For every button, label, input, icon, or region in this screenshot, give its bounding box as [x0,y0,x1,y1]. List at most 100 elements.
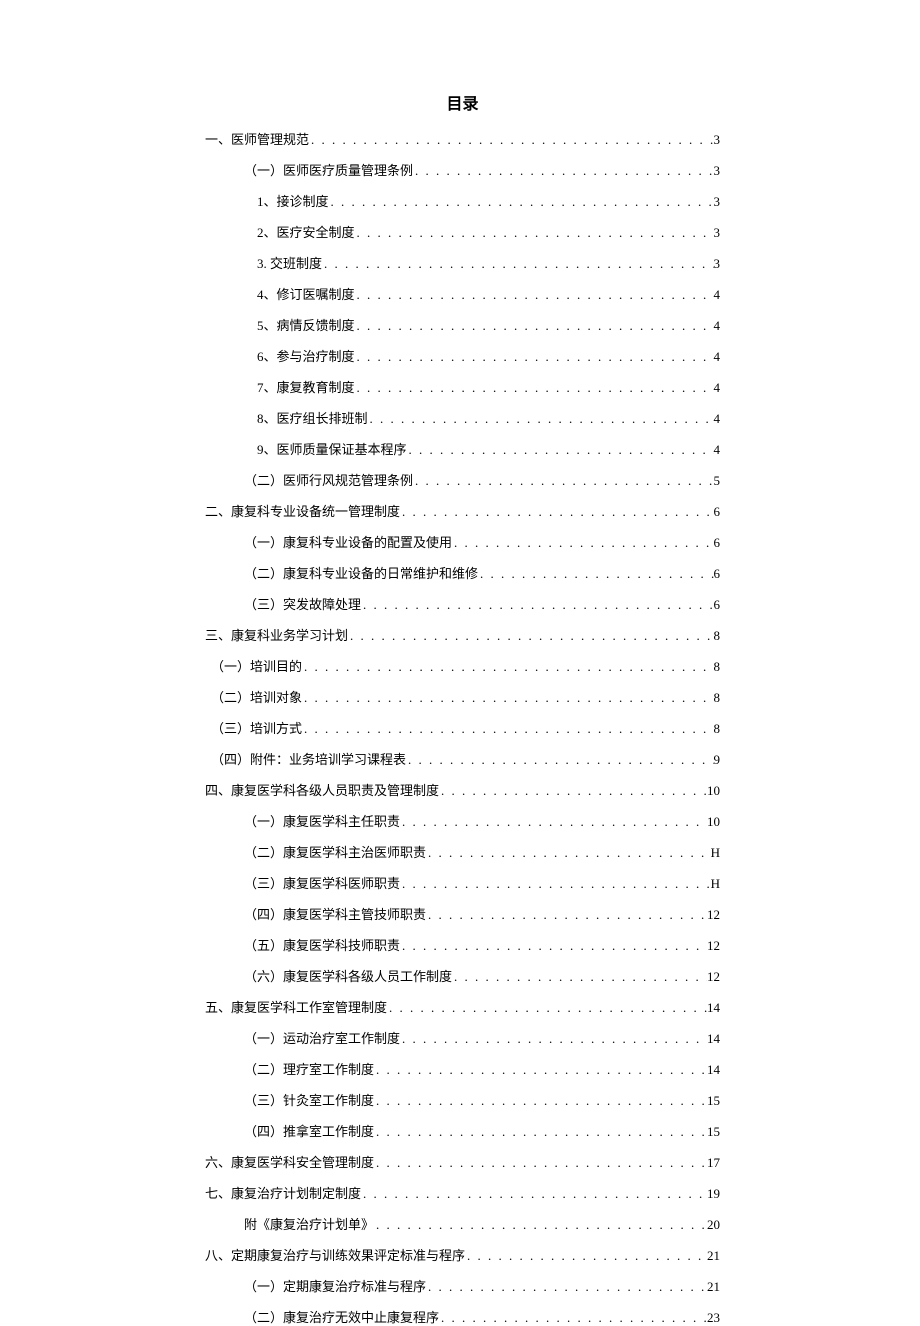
toc-entry: （一）康复科专业设备的配置及使用. . . . . . . . . . . . … [205,532,720,551]
toc-leader-dots: . . . . . . . . . . . . . . . . . . . . … [426,1279,707,1295]
toc-entry-page: 6 [714,566,721,582]
toc-entry-page: 12 [707,969,720,985]
toc-entry-page: 3 [714,132,721,148]
toc-leader-dots: . . . . . . . . . . . . . . . . . . . . … [413,163,713,179]
toc-entry-text: （一）康复科专业设备的配置及使用 [244,532,452,551]
toc-entry: 七、康复治疗计划制定制度 . . . . . . . . . . . . . .… [205,1183,720,1202]
toc-entry-text: 一、医师管理规范 [205,129,309,148]
toc-entry: （四）康复医学科主管技师职责. . . . . . . . . . . . . … [205,904,720,923]
toc-entry: 7、康复教育制度. . . . . . . . . . . . . . . . … [205,377,720,396]
toc-entry-page: 6 [714,535,721,551]
toc-entry-text: 八、定期康复治疗与训练效果评定标准与程序 [205,1245,465,1264]
toc-entry-page: 14 [707,1031,720,1047]
toc-entry-page: 12 [707,907,720,923]
toc-entry-page: 4 [714,380,721,396]
toc-entry-text: （二）理疗室工作制度 [244,1059,374,1078]
toc-leader-dots: . . . . . . . . . . . . . . . . . . . . … [400,504,713,520]
toc-entry: （一）医师医疗质量管理条例. . . . . . . . . . . . . .… [205,160,720,179]
toc-entry-page: 4 [714,287,721,303]
toc-entry-text: 2、医疗安全制度 [257,222,355,241]
toc-leader-dots: . . . . . . . . . . . . . . . . . . . . … [400,938,707,954]
toc-entry-text: 五、康复医学科工作室管理制度 [205,997,387,1016]
toc-leader-dots: . . . . . . . . . . . . . . . . . . . . … [355,225,714,241]
toc-entry: （二）医师行风规范管理条例. . . . . . . . . . . . . .… [205,470,720,489]
toc-leader-dots: . . . . . . . . . . . . . . . . . . . . … [406,752,713,768]
toc-leader-dots: . . . . . . . . . . . . . . . . . . . . … [452,969,707,985]
toc-entry-page: 15 [707,1093,720,1109]
toc-entry-text: 三、康复科业务学习计划 [205,625,348,644]
toc-entry-page: 12 [707,938,720,954]
toc-leader-dots: . . . . . . . . . . . . . . . . . . . . … [426,907,707,923]
toc-entry-page: 17 [707,1155,720,1171]
toc-entry: （二）康复医学科主治医师职责. . . . . . . . . . . . . … [205,842,720,861]
toc-entry-page: 9 [714,752,721,768]
toc-leader-dots: . . . . . . . . . . . . . . . . . . . . … [322,256,713,272]
toc-entry-text: （三）突发故障处理 [244,594,361,613]
toc-entry-page: 23 [707,1310,720,1326]
toc-entry: （二）培训对象 . . . . . . . . . . . . . . . . … [205,687,720,706]
toc-entry-page: 10 [707,783,720,799]
toc-leader-dots: . . . . . . . . . . . . . . . . . . . . … [361,597,713,613]
toc-entry: 5、病情反馈制度. . . . . . . . . . . . . . . . … [205,315,720,334]
toc-entry-page: 3 [714,225,721,241]
toc-entry-text: （二）培训对象 [211,687,302,706]
toc-entry: 六、康复医学科安全管理制度 . . . . . . . . . . . . . … [205,1152,720,1171]
toc-entry: 4、修订医嘱制度. . . . . . . . . . . . . . . . … [205,284,720,303]
toc-entry-text: 5、病情反馈制度 [257,315,355,334]
toc-leader-dots: . . . . . . . . . . . . . . . . . . . . … [329,194,714,210]
toc-entry-text: （二）康复医学科主治医师职责 [244,842,426,861]
toc-leader-dots: . . . . . . . . . . . . . . . . . . . . … [400,876,711,892]
toc-entry-text: （一）康复医学科主任职责 [244,811,400,830]
toc-entry-page: 4 [714,349,721,365]
toc-leader-dots: . . . . . . . . . . . . . . . . . . . . … [355,318,714,334]
toc-entry-page: 10 [707,814,720,830]
toc-entry: （三）针灸室工作制度. . . . . . . . . . . . . . . … [205,1090,720,1109]
toc-leader-dots: . . . . . . . . . . . . . . . . . . . . … [407,442,714,458]
toc-entry: （一）康复医学科主任职责. . . . . . . . . . . . . . … [205,811,720,830]
toc-entry: （四）附件：业务培训学习课程表 . . . . . . . . . . . . … [205,749,720,768]
toc-entry: 二、康复科专业设备统一管理制度. . . . . . . . . . . . .… [205,501,720,520]
toc-entry-text: 六、康复医学科安全管理制度 [205,1152,374,1171]
toc-leader-dots: . . . . . . . . . . . . . . . . . . . . … [355,380,714,396]
toc-leader-dots: . . . . . . . . . . . . . . . . . . . . … [374,1217,707,1233]
toc-entry: （五）康复医学科技师职责. . . . . . . . . . . . . . … [205,935,720,954]
toc-entry-text: （一）培训目的 [211,656,302,675]
toc-entry-page: 15 [707,1124,720,1140]
toc-leader-dots: . . . . . . . . . . . . . . . . . . . . … [439,1310,707,1326]
toc-entry-page: 3 [714,163,721,179]
toc-entry: （一）运动治疗室工作制度. . . . . . . . . . . . . . … [205,1028,720,1047]
toc-leader-dots: . . . . . . . . . . . . . . . . . . . . … [465,1248,707,1264]
toc-entry: （四）推拿室工作制度. . . . . . . . . . . . . . . … [205,1121,720,1140]
toc-leader-dots: . . . . . . . . . . . . . . . . . . . . … [426,845,711,861]
toc-entry-page: H [711,845,720,861]
toc-entry-page: 8 [714,659,721,675]
toc-entry-text: （五）康复医学科技师职责 [244,935,400,954]
toc-leader-dots: . . . . . . . . . . . . . . . . . . . . … [439,783,707,799]
toc-entry-text: （三）康复医学科医师职责 [244,873,400,892]
toc-entry-page: 21 [707,1248,720,1264]
toc-leader-dots: . . . . . . . . . . . . . . . . . . . . … [387,1000,707,1016]
toc-entry-text: 附《康复治疗计划单》 [244,1214,374,1233]
toc-entry-text: 6、参与治疗制度 [257,346,355,365]
toc-leader-dots: . . . . . . . . . . . . . . . . . . . . … [348,628,713,644]
toc-entry-page: 4 [714,318,721,334]
toc-entry-text: （六）康复医学科各级人员工作制度 [244,966,452,985]
toc-entry-page: 4 [714,442,721,458]
toc-leader-dots: . . . . . . . . . . . . . . . . . . . . … [374,1062,707,1078]
toc-entry-page: 6 [714,504,721,520]
toc-container: 一、医师管理规范 . . . . . . . . . . . . . . . . … [205,129,720,1326]
toc-entry: （二）康复治疗无效中止康复程序. . . . . . . . . . . . .… [205,1307,720,1326]
toc-entry-text: 1、接诊制度 [257,191,329,210]
toc-entry-text: （四）推拿室工作制度 [244,1121,374,1140]
toc-entry-page: 8 [714,690,721,706]
toc-entry: 3. 交班制度. . . . . . . . . . . . . . . . .… [205,253,720,272]
toc-entry: 6、参与治疗制度. . . . . . . . . . . . . . . . … [205,346,720,365]
toc-entry-page: 3 [714,194,721,210]
toc-entry-text: （二）康复科专业设备的日常维护和维修 [244,563,478,582]
toc-leader-dots: . . . . . . . . . . . . . . . . . . . . … [302,690,713,706]
toc-entry-page: 8 [714,628,721,644]
toc-entry-text: 四、康复医学科各级人员职责及管理制度 [205,780,439,799]
toc-leader-dots: . . . . . . . . . . . . . . . . . . . . … [309,132,713,148]
toc-entry-page: 5 [714,473,721,489]
toc-entry-text: （二）医师行风规范管理条例 [244,470,413,489]
